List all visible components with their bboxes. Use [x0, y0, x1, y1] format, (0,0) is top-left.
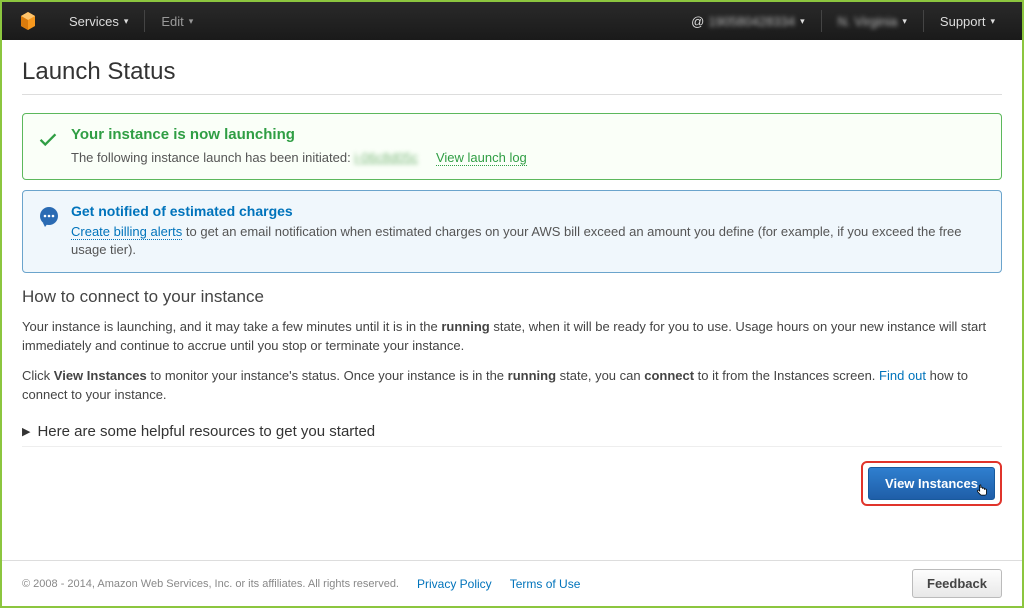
- find-out-link[interactable]: Find out: [879, 368, 926, 383]
- nav-edit[interactable]: Edit ▾: [149, 2, 205, 40]
- instance-id-link[interactable]: i-06c8d05c: [354, 150, 418, 165]
- info-text-suffix: to get an email notification when estima…: [71, 224, 962, 257]
- launch-success-alert: Your instance is now launching The follo…: [22, 113, 1002, 180]
- resources-expander[interactable]: ▶ Here are some helpful resources to get…: [22, 417, 1002, 447]
- nav-region[interactable]: N. Virginia ▾: [826, 2, 919, 40]
- connect-p2: Click View Instances to monitor your ins…: [22, 366, 1002, 405]
- nav-services[interactable]: Services ▾: [57, 2, 140, 40]
- caret-down-icon: ▾: [990, 16, 995, 27]
- feedback-button[interactable]: Feedback: [912, 569, 1002, 598]
- connect-p1: Your instance is launching, and it may t…: [22, 317, 1002, 356]
- caret-right-icon: ▶: [22, 425, 30, 438]
- footer: © 2008 - 2014, Amazon Web Services, Inc.…: [2, 560, 1022, 606]
- highlight-frame: View Instances: [861, 461, 1002, 506]
- nav-support-label: Support: [940, 14, 986, 29]
- aws-logo-icon[interactable]: [17, 10, 39, 32]
- nav-divider: [144, 10, 145, 32]
- caret-down-icon: ▾: [189, 16, 194, 27]
- button-row: View Instances: [22, 461, 1002, 506]
- billing-info-alert: Get notified of estimated charges Create…: [22, 190, 1002, 272]
- nav-account-label: 190580428334: [708, 14, 795, 29]
- success-text-prefix: The following instance launch has been i…: [71, 150, 354, 165]
- resources-heading: Here are some helpful resources to get y…: [37, 423, 375, 440]
- create-billing-alerts-link[interactable]: Create billing alerts: [71, 224, 182, 240]
- view-instances-button[interactable]: View Instances: [868, 467, 995, 500]
- nav-edit-label: Edit: [161, 14, 183, 29]
- check-icon: [37, 128, 61, 153]
- terms-of-use-link[interactable]: Terms of Use: [510, 577, 581, 591]
- cursor-hand-icon: [975, 482, 990, 503]
- page-title: Launch Status: [22, 58, 1002, 95]
- nav-services-label: Services: [69, 14, 119, 29]
- success-title: Your instance is now launching: [71, 126, 987, 143]
- caret-down-icon: ▾: [800, 16, 805, 27]
- nav-divider: [821, 10, 822, 32]
- info-title: Get notified of estimated charges: [71, 203, 987, 219]
- caret-down-icon: ▾: [124, 16, 129, 27]
- at-icon: @: [691, 14, 704, 29]
- caret-down-icon: ▾: [902, 16, 907, 27]
- chat-bubble-icon: [37, 205, 61, 232]
- nav-support[interactable]: Support ▾: [928, 2, 1007, 40]
- nav-divider: [923, 10, 924, 32]
- top-navbar: Services ▾ Edit ▾ @ 190580428334 ▾ N. Vi…: [2, 2, 1022, 40]
- footer-copyright: © 2008 - 2014, Amazon Web Services, Inc.…: [22, 578, 399, 590]
- privacy-policy-link[interactable]: Privacy Policy: [417, 577, 492, 591]
- main-content: Launch Status Your instance is now launc…: [2, 40, 1022, 506]
- nav-region-label: N. Virginia: [838, 14, 898, 29]
- view-launch-log-link[interactable]: View launch log: [436, 150, 527, 166]
- nav-account[interactable]: @ 190580428334 ▾: [679, 2, 817, 40]
- connect-heading: How to connect to your instance: [22, 287, 1002, 307]
